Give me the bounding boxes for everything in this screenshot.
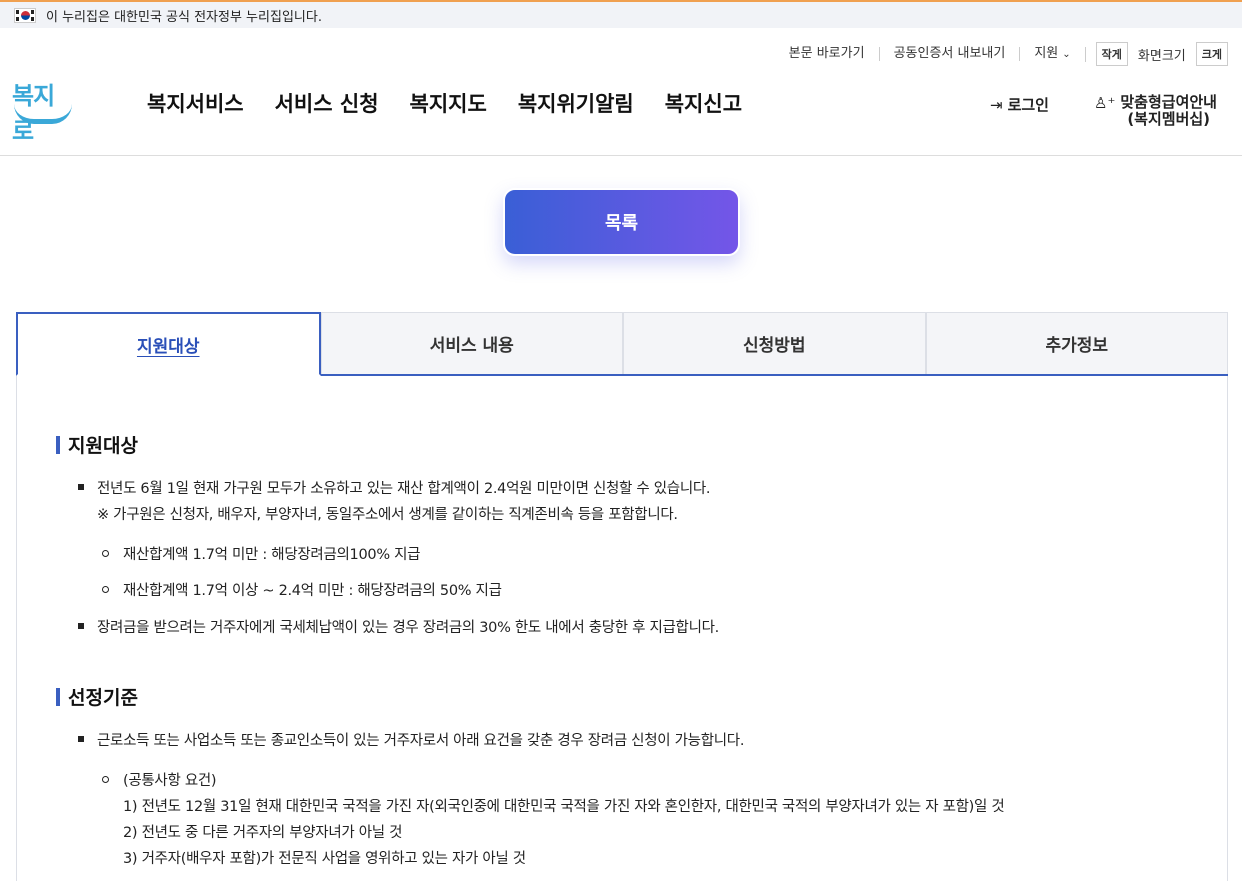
login-label: 로그인 bbox=[1007, 96, 1049, 114]
flag-icon bbox=[14, 7, 36, 23]
tab-extra-info[interactable]: 추가정보 bbox=[925, 312, 1228, 374]
nav-welfare-map[interactable]: 복지지도 bbox=[410, 88, 487, 118]
circle-bullet bbox=[102, 550, 109, 557]
nav-welfare-report[interactable]: 복지신고 bbox=[665, 88, 742, 118]
nav-crisis-alert[interactable]: 복지위기알림 bbox=[518, 88, 634, 118]
circle-bullet bbox=[102, 586, 109, 593]
user-plus-icon: ♙⁺ bbox=[1094, 94, 1116, 112]
login-icon: ⇥ bbox=[990, 95, 1003, 114]
nav-service-apply[interactable]: 서비스 신청 bbox=[275, 88, 379, 118]
support-label: 지원 bbox=[1034, 45, 1059, 61]
utility-bar: 본문 바로가기 공동인증서 내보내기 지원 ⌄ 작게 화면크기 크게 bbox=[775, 42, 1228, 66]
section-title-text: 선정기준 bbox=[68, 687, 138, 709]
chevron-down-icon: ⌄ bbox=[1062, 48, 1071, 60]
support-dropdown[interactable]: 지원 ⌄ bbox=[1020, 45, 1086, 62]
site-logo[interactable]: 복지로 bbox=[12, 76, 74, 145]
list-item: 장려금을 받으려는 거주자에게 국세체납액이 있는 경우 장려금의 30% 한도… bbox=[97, 620, 719, 636]
sub-list-line: 2) 전년도 중 다른 거주자의 부양자녀가 아닐 것 bbox=[123, 825, 403, 841]
header-divider bbox=[0, 155, 1242, 156]
membership-line2: (복지멤버십) bbox=[1127, 110, 1211, 128]
list-item-note: ※ 가구원은 신청자, 배우자, 부양자녀, 동일주소에서 생계를 같이하는 직… bbox=[97, 507, 678, 523]
content-tabs: 지원대상 서비스 내용 신청방법 추가정보 bbox=[16, 312, 1228, 376]
sub-list-line: 3) 거주자(배우자 포함)가 전문직 사업을 영위하고 있는 자가 아닐 것 bbox=[123, 851, 526, 867]
membership-line1: 맞춤형급여안내 bbox=[1120, 93, 1217, 111]
gov-banner: 이 누리집은 대한민국 공식 전자정부 누리집입니다. bbox=[0, 0, 1242, 28]
tab-support-target[interactable]: 지원대상 bbox=[16, 312, 321, 376]
skip-to-content-link[interactable]: 본문 바로가기 bbox=[775, 47, 880, 61]
sub-list-item: 재산합계액 1.7억 이상 ~ 2.4억 미만 : 해당장려금의 50% 지급 bbox=[123, 583, 502, 599]
gov-banner-text: 이 누리집은 대한민국 공식 전자정부 누리집입니다. bbox=[46, 9, 322, 25]
membership-label: 맞춤형급여안내 (복지멤버십) bbox=[1120, 94, 1217, 128]
square-bullet bbox=[78, 736, 84, 742]
font-small-button[interactable]: 작게 bbox=[1095, 42, 1128, 66]
circle-bullet bbox=[102, 776, 109, 783]
title-bar bbox=[56, 435, 60, 454]
membership-link[interactable]: ♙⁺ 맞춤형급여안내 (복지멤버십) bbox=[1094, 94, 1217, 128]
square-bullet bbox=[78, 484, 84, 490]
main-nav: 복지서비스 서비스 신청 복지지도 복지위기알림 복지신고 bbox=[147, 88, 773, 118]
section-title-text: 지원대상 bbox=[68, 435, 138, 457]
title-bar bbox=[56, 687, 60, 706]
section-title-support-target: 지원대상 bbox=[56, 431, 138, 458]
list-button[interactable]: 목록 bbox=[503, 188, 740, 256]
sub-list-line: 1) 전년도 12월 31일 현재 대한민국 국적을 가진 자(외국인중에 대한… bbox=[123, 799, 1005, 815]
cert-export-link[interactable]: 공동인증서 내보내기 bbox=[880, 47, 1021, 61]
nav-welfare-service[interactable]: 복지서비스 bbox=[147, 88, 244, 118]
list-item: 근로소득 또는 사업소득 또는 종교인소득이 있는 거주자로서 아래 요건을 갖… bbox=[97, 733, 745, 749]
list-item: 전년도 6월 1일 현재 가구원 모두가 소유하고 있는 재산 합계액이 2.4… bbox=[97, 481, 711, 497]
login-link[interactable]: ⇥ 로그인 bbox=[990, 94, 1049, 115]
section-title-criteria: 선정기준 bbox=[56, 683, 138, 710]
square-bullet bbox=[78, 623, 84, 629]
sub-list-item: 재산합계액 1.7억 미만 : 해당장려금의100% 지급 bbox=[123, 547, 421, 563]
tab-apply-method[interactable]: 신청방법 bbox=[623, 312, 926, 374]
sub-list-item: (공통사항 요건) bbox=[123, 773, 217, 789]
screen-size-label: 화면크기 bbox=[1137, 48, 1186, 64]
tab-service-content[interactable]: 서비스 내용 bbox=[320, 312, 623, 374]
font-large-button[interactable]: 크게 bbox=[1195, 42, 1228, 66]
